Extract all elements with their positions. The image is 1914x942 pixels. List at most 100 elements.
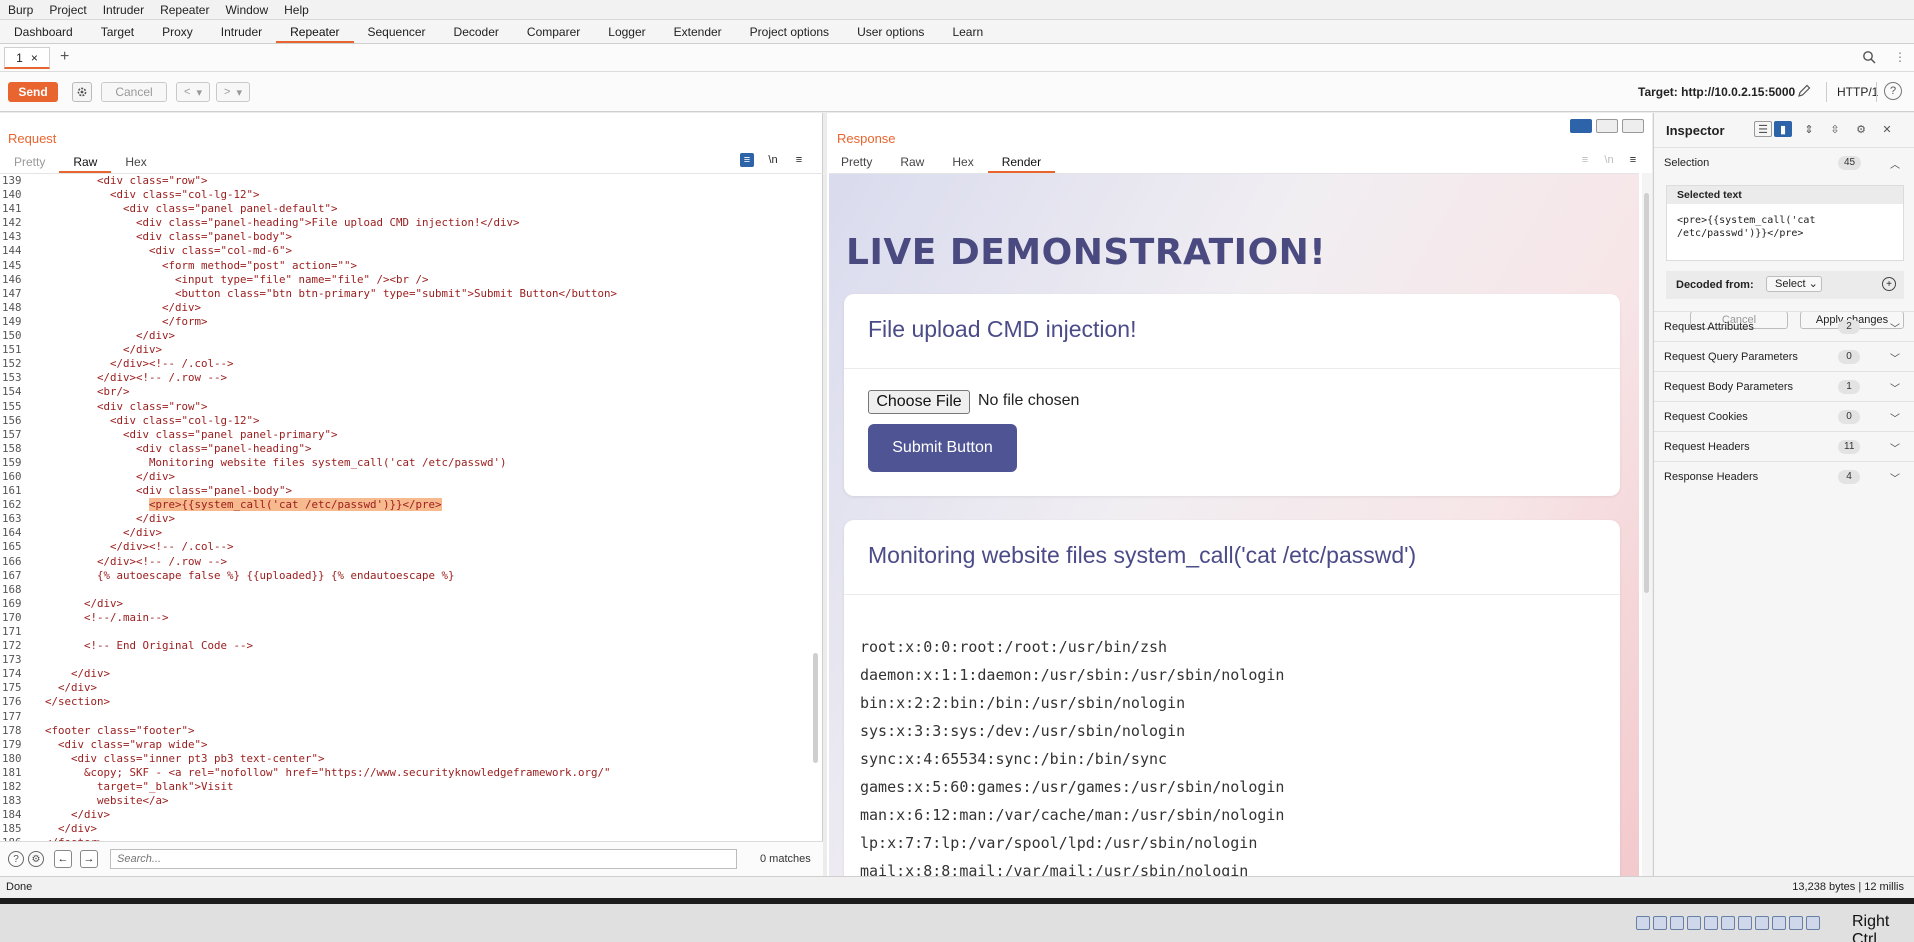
menu-repeater[interactable]: Repeater	[152, 0, 217, 20]
submit-button[interactable]: Submit Button	[868, 424, 1017, 472]
layout-stacked-icon[interactable]	[1596, 119, 1618, 133]
expand-all-icon[interactable]: ⇕	[1800, 121, 1818, 137]
mouse-icon[interactable]	[1789, 916, 1803, 930]
menu-burp[interactable]: Burp	[0, 0, 41, 20]
menu-project[interactable]: Project	[41, 0, 94, 20]
gear-icon[interactable]: ⚙	[1852, 121, 1870, 137]
search-input[interactable]	[110, 849, 737, 869]
menu-intruder[interactable]: Intruder	[95, 0, 152, 20]
tab-comparer[interactable]: Comparer	[513, 20, 594, 43]
tab-render[interactable]: Render	[987, 151, 1056, 173]
search-icon[interactable]	[1862, 50, 1876, 64]
line-text: <form method="post" action="">	[32, 258, 358, 272]
optical-icon[interactable]	[1653, 916, 1667, 930]
pencil-icon[interactable]	[1796, 83, 1812, 99]
settings-button[interactable]	[72, 82, 92, 102]
request-editor[interactable]: 139 <div class="row"> 140 <div class="col…	[0, 173, 823, 841]
list-view-icon[interactable]: ☰	[1754, 121, 1772, 137]
help-icon[interactable]: ?	[8, 851, 24, 867]
tab-extender[interactable]: Extender	[660, 20, 736, 43]
collapse-all-icon[interactable]: ⇳	[1826, 121, 1844, 137]
display-icon[interactable]	[1738, 916, 1752, 930]
network-icon[interactable]	[1687, 916, 1701, 930]
choose-file-button[interactable]: Choose File	[868, 390, 970, 414]
close-icon[interactable]: ×	[31, 51, 38, 65]
http-version[interactable]: HTTP/1	[1837, 85, 1878, 99]
chevron-down-icon[interactable]: ﹀	[1890, 350, 1900, 365]
code-line: 176 </section>	[0, 695, 823, 709]
tab-project-options[interactable]: Project options	[736, 20, 843, 43]
tab-dashboard[interactable]: Dashboard	[0, 20, 87, 43]
inspector-section[interactable]: Request Query Parameters 0 ﹀	[1654, 341, 1914, 371]
inspector-section[interactable]: Request Attributes 2 ﹀	[1654, 311, 1914, 341]
shared-folder-icon[interactable]	[1721, 916, 1735, 930]
back-button[interactable]: < ▾	[176, 82, 210, 102]
tab-hex[interactable]: Hex	[111, 151, 160, 173]
highlighted-selection[interactable]: <pre>{{system_call('cat /etc/passwd')}}<…	[149, 498, 442, 512]
previous-match-button[interactable]: ←	[54, 850, 72, 868]
inspector-section[interactable]: Response Headers 4 ﹀	[1654, 461, 1914, 491]
cancel-button[interactable]: Cancel	[101, 82, 167, 102]
cpu-icon[interactable]	[1772, 916, 1786, 930]
response-title: Response	[837, 131, 896, 146]
repeater-tab-1[interactable]: 1 ×	[4, 47, 50, 69]
tab-intruder[interactable]: Intruder	[207, 20, 276, 43]
tab-hex[interactable]: Hex	[938, 151, 987, 173]
tab-user-options[interactable]: User options	[843, 20, 938, 43]
tab-sequencer[interactable]: Sequencer	[354, 20, 440, 43]
scroll-thumb[interactable]	[1644, 193, 1649, 593]
tab-repeater[interactable]: Repeater	[276, 20, 354, 43]
menu-icon[interactable]: ≡	[792, 153, 806, 167]
chevron-up-icon[interactable]: ︿	[1890, 156, 1900, 171]
usb-icon[interactable]	[1704, 916, 1718, 930]
tab-logger[interactable]: Logger	[594, 20, 659, 43]
selected-text-value[interactable]: <pre>{{system_call('cat /etc/passwd')}}<…	[1677, 214, 1895, 240]
inspector-section[interactable]: Request Cookies 0 ﹀	[1654, 401, 1914, 431]
keyboard-icon[interactable]	[1806, 916, 1820, 930]
inspector-section[interactable]: Request Body Parameters 1 ﹀	[1654, 371, 1914, 401]
host-key-label: Right Ctrl	[1852, 913, 1890, 942]
add-icon[interactable]: +	[1882, 277, 1896, 291]
forward-button[interactable]: > ▾	[216, 82, 250, 102]
chevron-down-icon[interactable]: ﹀	[1890, 440, 1900, 455]
line-number: 160	[2, 469, 22, 483]
render-scrollbar[interactable]	[1642, 173, 1652, 876]
help-icon[interactable]: ?	[1884, 82, 1902, 100]
gear-icon[interactable]: ⚙	[28, 851, 44, 867]
tab-proxy[interactable]: Proxy	[148, 20, 207, 43]
selection-section[interactable]: Selection 45 ︿	[1654, 147, 1914, 177]
request-scrollbar[interactable]	[813, 653, 818, 763]
more-vertical-icon[interactable]: ⋮	[1894, 50, 1906, 66]
chevron-down-icon[interactable]: ﹀	[1890, 470, 1900, 485]
split-view-icon[interactable]: ▮	[1774, 121, 1792, 137]
layout-side-by-side-icon[interactable]	[1570, 119, 1592, 133]
send-button[interactable]: Send	[8, 82, 58, 102]
audio-icon[interactable]	[1670, 916, 1684, 930]
chevron-down-icon[interactable]: ﹀	[1890, 380, 1900, 395]
recording-icon[interactable]	[1755, 916, 1769, 930]
line-text: &copy; SKF - <a rel="nofollow" href="htt…	[32, 765, 611, 779]
tab-raw[interactable]: Raw	[59, 151, 112, 173]
chevron-down-icon[interactable]: ﹀	[1890, 410, 1900, 425]
chevron-down-icon[interactable]: ﹀	[1890, 320, 1900, 335]
next-match-button[interactable]: →	[80, 850, 98, 868]
layout-tabs-icon[interactable]	[1622, 119, 1644, 133]
menu-window[interactable]: Window	[217, 0, 276, 20]
code-line: 167 {% autoescape false %} {{uploaded}} …	[0, 569, 823, 583]
tab-raw[interactable]: Raw	[886, 151, 938, 173]
disk-icon[interactable]	[1636, 916, 1650, 930]
tab-decoder[interactable]: Decoder	[440, 20, 513, 43]
line-text: <div class="panel-body">	[32, 230, 293, 244]
wrap-lines-icon[interactable]: ≡	[740, 153, 754, 167]
menu-icon[interactable]: ≡	[1626, 153, 1640, 167]
tab-pretty[interactable]: Pretty	[0, 151, 59, 173]
tab-pretty[interactable]: Pretty	[827, 151, 886, 173]
tab-target[interactable]: Target	[87, 20, 148, 43]
add-tab-icon[interactable]: +	[60, 48, 69, 66]
decoded-from-select[interactable]: Select ⌄	[1766, 276, 1822, 292]
tab-learn[interactable]: Learn	[938, 20, 997, 43]
menu-help[interactable]: Help	[276, 0, 317, 20]
close-icon[interactable]: ✕	[1878, 121, 1896, 137]
inspector-section[interactable]: Request Headers 11 ﹀	[1654, 431, 1914, 461]
newline-icon[interactable]: \n	[766, 153, 780, 167]
